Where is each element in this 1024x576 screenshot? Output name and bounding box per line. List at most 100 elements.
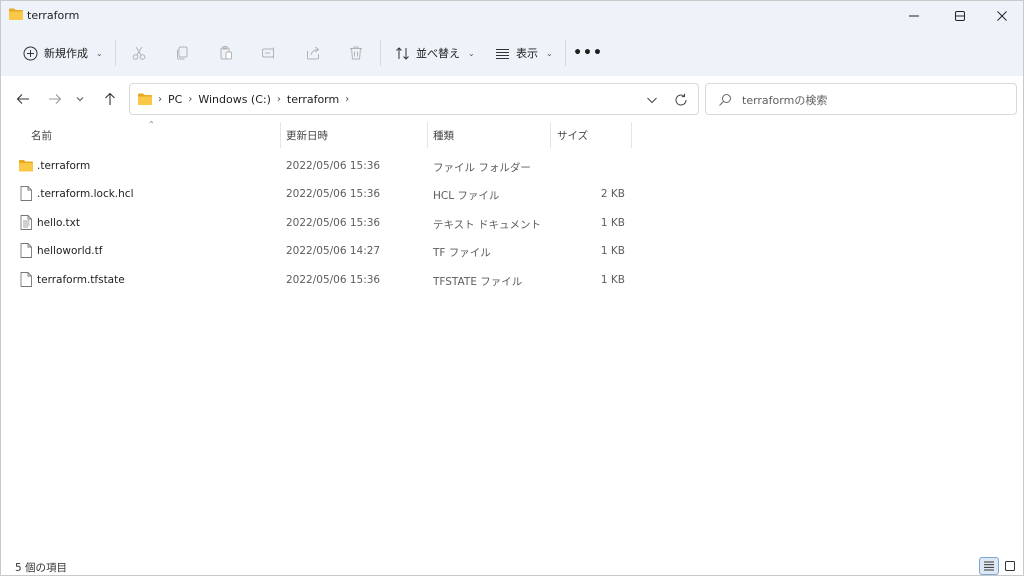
minimize-icon [909,15,919,16]
paste-icon [220,46,232,60]
arrow-up-icon [105,92,115,105]
status-bar: 5 個の項目 [1,554,1023,576]
file-type: TFSTATE ファイル [433,276,523,288]
file-name: .terraform [37,160,91,172]
copy-icon [177,46,188,60]
folder-icon [138,93,152,105]
copy-button[interactable] [171,42,193,64]
file-size: 2 KB [600,188,625,200]
breadcrumb-separator: › [276,94,281,105]
column-header-name[interactable]: 名前 [31,128,52,143]
file-row[interactable]: hello.txt 2022/05/06 15:36 テキスト ドキュメント 1… [1,209,641,237]
chevron-down-icon: ⌄ [96,48,103,58]
details-view-icon [984,561,994,571]
toolbar-divider [565,40,566,66]
folder-icon [9,8,23,20]
new-button[interactable]: 新規作成 ⌄ [17,40,109,66]
delete-icon [350,46,362,60]
toolbar-divider [115,40,116,66]
column-divider[interactable] [631,122,632,148]
minimize-button[interactable] [891,1,937,30]
file-row[interactable]: .terraform 2022/05/06 15:36 ファイル フォルダー [1,152,641,180]
up-button[interactable] [99,88,121,110]
file-size: 1 KB [600,274,625,286]
column-divider[interactable] [280,122,281,148]
delete-button[interactable] [345,42,367,64]
forward-button[interactable] [44,88,66,110]
chevron-down-icon: ⌄ [546,48,553,58]
view-list-icon [496,48,509,59]
refresh-button[interactable] [673,92,689,108]
breadcrumb-item-folder[interactable]: terraform [287,93,339,106]
file-type: HCL ファイル [433,190,500,202]
file-row[interactable]: helloworld.tf 2022/05/06 14:27 TF ファイル 1… [1,237,641,265]
file-name: hello.txt [37,217,80,229]
maximize-button[interactable] [937,1,983,30]
large-icons-view-button[interactable] [1000,557,1020,575]
share-button[interactable] [302,42,324,64]
explorer-window: terraform 新規作成 ⌄ 並べ替え ⌄ 表示 ⌄ ••• › PC › … [0,0,1024,576]
file-type: TF ファイル [433,247,491,259]
close-button[interactable] [979,1,1024,30]
address-history-button[interactable] [644,92,660,108]
paste-button[interactable] [215,42,237,64]
more-icon: ••• [573,45,603,61]
sort-ascending-icon: ⌃ [148,120,155,129]
new-button-label: 新規作成 [44,47,88,60]
more-options-button[interactable]: ••• [573,42,603,64]
search-input[interactable] [742,90,1002,110]
plus-circle-icon [23,46,38,60]
view-button[interactable]: 表示 ⌄ [491,40,557,66]
column-header-row: ⌃ 名前 更新日時 種類 サイズ [1,120,1023,148]
column-divider[interactable] [550,122,551,148]
chevron-down-icon [647,97,657,104]
file-size: 1 KB [600,245,625,257]
file-name: .terraform.lock.hcl [37,188,134,200]
search-box[interactable] [705,83,1017,115]
column-header-type[interactable]: 種類 [433,128,454,143]
file-icon [20,272,32,287]
file-type: テキスト ドキュメント [433,219,542,231]
file-date: 2022/05/06 15:36 [286,274,381,286]
breadcrumb-separator: › [158,94,162,105]
column-header-size[interactable]: サイズ [557,128,588,143]
breadcrumb-separator: › [188,94,193,105]
item-count: 5 個の項目 [15,562,68,574]
file-date: 2022/05/06 15:36 [286,217,381,229]
search-icon [719,94,731,106]
file-size: 1 KB [600,217,625,229]
arrow-left-icon [16,94,29,104]
file-name: terraform.tfstate [37,274,125,286]
maximize-icon [955,10,965,21]
breadcrumb-item-drive[interactable]: Windows (C:) [198,93,271,106]
title-bar: terraform [1,1,1023,30]
address-bar[interactable]: › PC › Windows (C:) › terraform › [129,83,699,115]
window-title: terraform [27,9,80,22]
breadcrumb-item-pc[interactable]: PC [168,93,182,106]
view-button-label: 表示 [516,47,538,60]
chevron-down-icon: ⌄ [468,48,475,58]
command-bar: 新規作成 ⌄ 並べ替え ⌄ 表示 ⌄ ••• [1,30,1023,76]
details-view-button[interactable] [979,557,999,575]
recent-locations-button[interactable] [71,88,89,110]
file-icon [20,186,32,201]
column-header-date[interactable]: 更新日時 [286,128,328,143]
navigation-bar: › PC › Windows (C:) › terraform › [1,76,1023,122]
arrow-right-icon [49,94,62,104]
toolbar-divider [380,40,381,66]
rename-button[interactable] [258,42,280,64]
file-row[interactable]: terraform.tfstate 2022/05/06 15:36 TFSTA… [1,266,641,294]
file-type: ファイル フォルダー [433,162,531,174]
file-date: 2022/05/06 15:36 [286,188,381,200]
column-divider[interactable] [427,122,428,148]
folder-icon [19,160,33,172]
file-date: 2022/05/06 15:36 [286,160,381,172]
back-button[interactable] [12,88,34,110]
file-name: helloworld.tf [37,245,103,257]
sort-icon [396,46,409,60]
sort-button[interactable]: 並べ替え ⌄ [391,40,479,66]
close-icon [997,10,1007,21]
cut-button[interactable] [128,42,150,64]
refresh-icon [675,93,687,106]
file-row[interactable]: .terraform.lock.hcl 2022/05/06 15:36 HCL… [1,180,641,208]
